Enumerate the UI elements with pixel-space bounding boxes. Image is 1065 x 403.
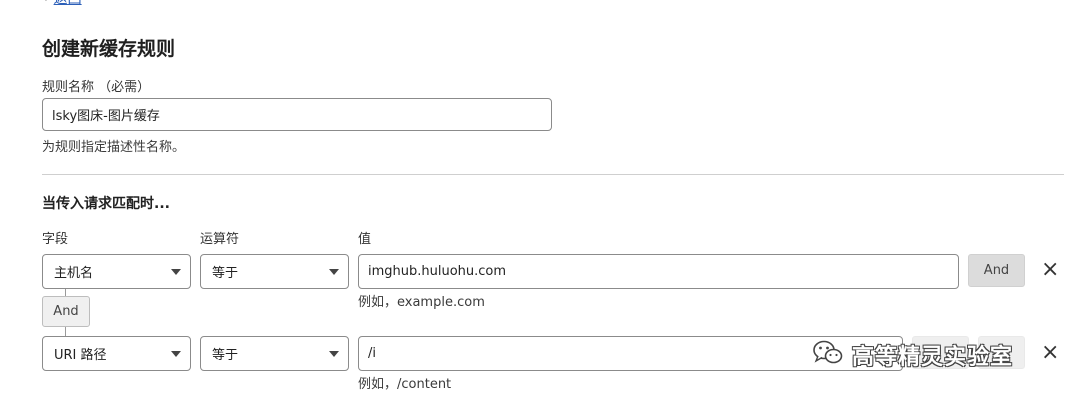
rule-name-label: 规则名称 （必需）	[42, 80, 151, 95]
back-link[interactable]: ‹ 返回	[42, 0, 82, 8]
chevron-down-icon	[171, 350, 181, 357]
operator-select-2-value: 等于	[212, 348, 239, 363]
value-input-1-text: imghub.huluohu.com	[368, 264, 507, 279]
close-icon[interactable]: ×	[1041, 342, 1059, 364]
divider	[42, 174, 1064, 175]
chevron-left-icon: ‹	[42, 0, 48, 6]
field-select-1-value: 主机名	[54, 266, 94, 281]
and-connector-label: And	[42, 296, 90, 327]
watermark: 高等精灵实验室	[812, 339, 1013, 371]
match-section-title: 当传入请求匹配时...	[42, 196, 170, 212]
page-title: 创建新缓存规则	[42, 38, 176, 60]
connector-line-bottom	[65, 327, 66, 336]
and-button[interactable]: And	[968, 254, 1025, 287]
field-select-2-value: URI 路径	[54, 348, 107, 363]
chevron-down-icon	[171, 268, 181, 275]
rule-name-value: lsky图床-图片缓存	[52, 109, 160, 124]
value-hint-2: 例如，/content	[358, 377, 452, 392]
value-column-header: 值	[358, 232, 372, 247]
chevron-down-icon	[329, 350, 339, 357]
operator-select-2[interactable]: 等于	[200, 336, 349, 371]
operator-select-1-value: 等于	[212, 266, 239, 281]
close-icon[interactable]: ×	[1041, 259, 1059, 281]
value-input-2-text: /i	[368, 346, 376, 361]
operator-select-1[interactable]: 等于	[200, 254, 349, 289]
value-hint-1: 例如，example.com	[358, 295, 485, 310]
operator-column-header: 运算符	[200, 232, 240, 247]
watermark-text: 高等精灵实验室	[852, 345, 1014, 370]
field-select-1[interactable]: 主机名	[42, 254, 191, 289]
wechat-icon	[812, 339, 844, 371]
field-column-header: 字段	[42, 232, 69, 247]
back-link-label: 返回	[54, 0, 82, 8]
value-input-1[interactable]: imghub.huluohu.com	[358, 254, 959, 289]
field-select-2[interactable]: URI 路径	[42, 336, 191, 371]
chevron-down-icon	[329, 268, 339, 275]
rule-name-help: 为规则指定描述性名称。	[42, 140, 186, 155]
rule-name-input[interactable]: lsky图床-图片缓存	[42, 98, 552, 131]
